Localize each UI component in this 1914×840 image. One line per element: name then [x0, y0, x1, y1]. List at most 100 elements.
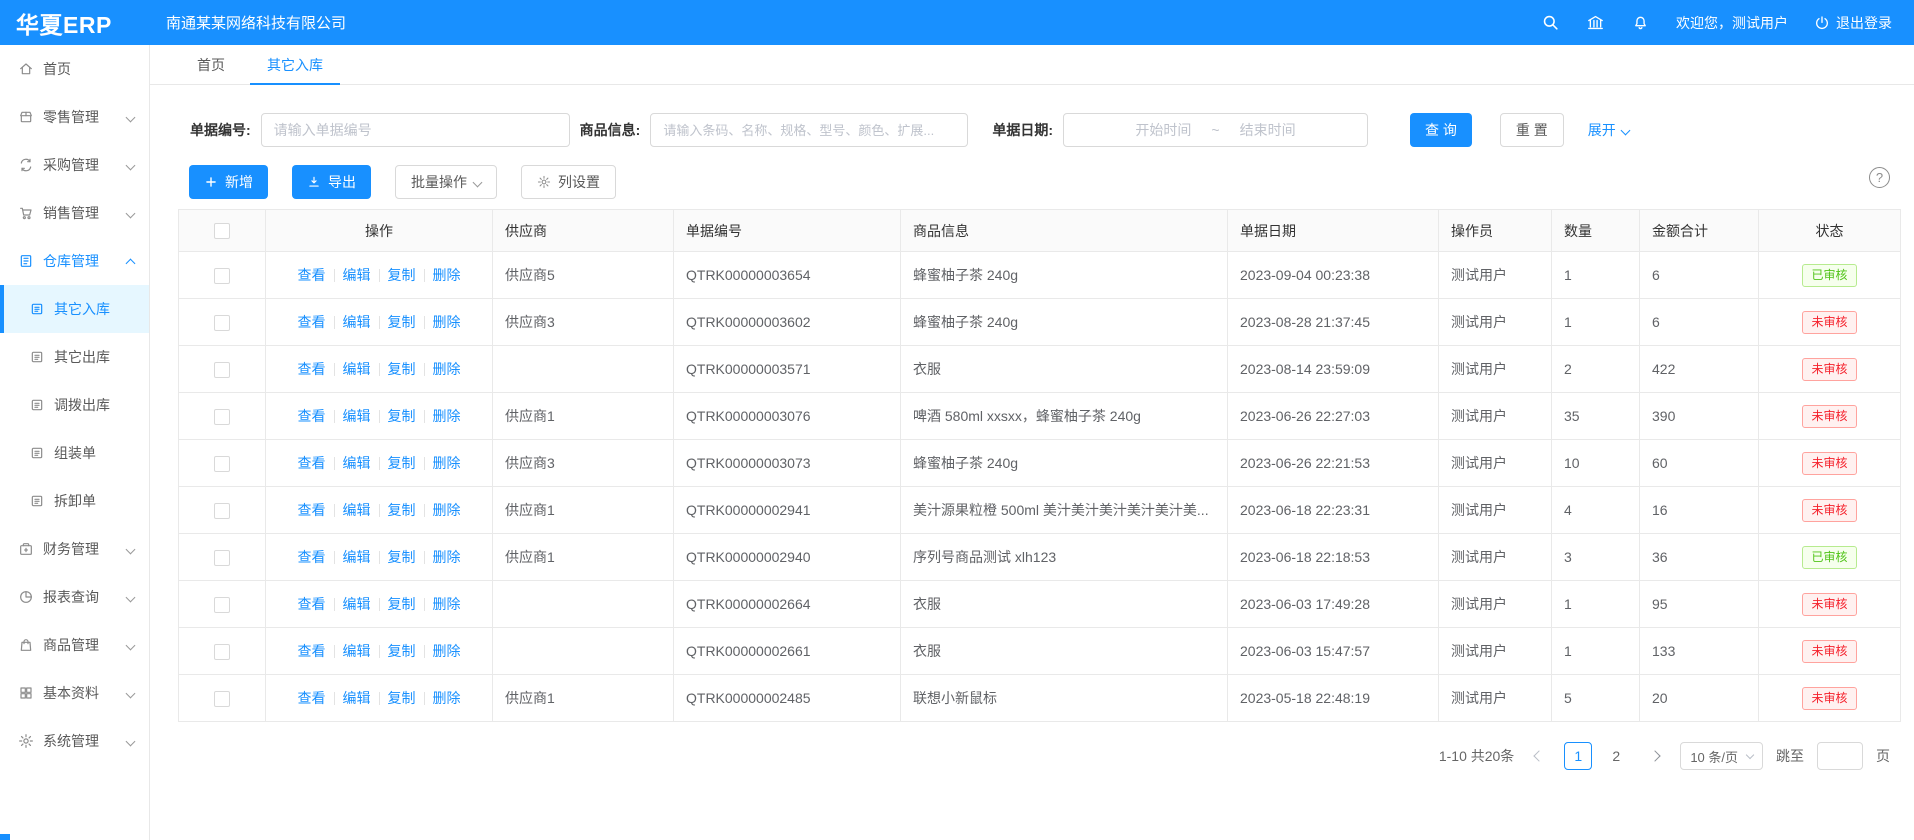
- row-checkbox[interactable]: [214, 644, 230, 660]
- tab-home[interactable]: 首页: [180, 45, 242, 84]
- action-delete-link[interactable]: 删除: [433, 265, 461, 285]
- export-button[interactable]: 导出: [292, 165, 371, 199]
- column-settings-button[interactable]: 列设置: [521, 165, 616, 199]
- sidebar-item-retail[interactable]: 零售管理: [0, 93, 149, 141]
- cell-bill_no: QTRK00000002485: [674, 675, 901, 722]
- sidebar-item-transfer-out[interactable]: 调拨出库: [0, 381, 149, 429]
- next-page-button[interactable]: [1643, 742, 1667, 770]
- action-delete-link[interactable]: 删除: [433, 406, 461, 426]
- sidebar-item-other-in[interactable]: 其它入库: [0, 285, 149, 333]
- sidebar-item-label: 商品管理: [43, 635, 99, 655]
- action-copy-link[interactable]: 复制: [388, 688, 416, 708]
- chevron-down-icon: [1746, 751, 1754, 759]
- goods-info-input[interactable]: [650, 113, 968, 147]
- action-copy-link[interactable]: 复制: [388, 359, 416, 379]
- finance-icon: [18, 541, 34, 557]
- sidebar-item-goods[interactable]: 商品管理: [0, 621, 149, 669]
- action-edit-link[interactable]: 编辑: [343, 500, 371, 520]
- action-delete-link[interactable]: 删除: [433, 500, 461, 520]
- sidebar-item-basic[interactable]: 基本资料: [0, 669, 149, 717]
- help-icon[interactable]: ?: [1869, 167, 1890, 188]
- action-edit-link[interactable]: 编辑: [343, 312, 371, 332]
- action-edit-link[interactable]: 编辑: [343, 594, 371, 614]
- action-copy-link[interactable]: 复制: [388, 312, 416, 332]
- action-view-link[interactable]: 查看: [298, 265, 326, 285]
- cell-operator: 测试用户: [1439, 440, 1552, 487]
- action-edit-link[interactable]: 编辑: [343, 641, 371, 661]
- reset-button[interactable]: 重 置: [1500, 113, 1564, 147]
- action-copy-link[interactable]: 复制: [388, 547, 416, 567]
- sidebar-item-assembly[interactable]: 组装单: [0, 429, 149, 477]
- tab-other-inbound[interactable]: 其它入库: [250, 45, 340, 84]
- action-delete-link[interactable]: 删除: [433, 312, 461, 332]
- row-checkbox[interactable]: [214, 315, 230, 331]
- action-copy-link[interactable]: 复制: [388, 500, 416, 520]
- sidebar-item-report[interactable]: 报表查询: [0, 573, 149, 621]
- sidebar-item-finance[interactable]: 财务管理: [0, 525, 149, 573]
- action-delete-link[interactable]: 删除: [433, 641, 461, 661]
- action-copy-link[interactable]: 复制: [388, 406, 416, 426]
- action-delete-link[interactable]: 删除: [433, 359, 461, 379]
- page-number-2[interactable]: 2: [1602, 742, 1630, 770]
- action-edit-link[interactable]: 编辑: [343, 453, 371, 473]
- search-button[interactable]: 查 询: [1410, 113, 1472, 147]
- action-view-link[interactable]: 查看: [298, 688, 326, 708]
- action-delete-link[interactable]: 删除: [433, 594, 461, 614]
- bank-icon[interactable]: [1586, 13, 1605, 32]
- search-icon[interactable]: [1541, 13, 1560, 32]
- jump-page-input[interactable]: [1817, 742, 1863, 770]
- expand-link[interactable]: 展开: [1588, 120, 1629, 140]
- prev-page-button[interactable]: [1527, 742, 1551, 770]
- row-checkbox[interactable]: [214, 456, 230, 472]
- action-edit-link[interactable]: 编辑: [343, 688, 371, 708]
- row-checkbox[interactable]: [214, 597, 230, 613]
- row-checkbox[interactable]: [214, 503, 230, 519]
- notification-bell-icon[interactable]: [1631, 13, 1650, 32]
- action-view-link[interactable]: 查看: [298, 406, 326, 426]
- add-button[interactable]: 新增: [189, 165, 268, 199]
- action-copy-link[interactable]: 复制: [388, 641, 416, 661]
- action-edit-link[interactable]: 编辑: [343, 359, 371, 379]
- action-edit-link[interactable]: 编辑: [343, 406, 371, 426]
- bill-no-input[interactable]: [261, 113, 570, 147]
- content-panel: 单据编号: 商品信息: 单据日期: 开始时间 ~ 结束时间 查 询 重 置 展开: [150, 85, 1914, 840]
- sidebar: 首页零售管理采购管理销售管理仓库管理其它入库其它出库调拨出库组装单拆卸单财务管理…: [0, 45, 150, 840]
- action-edit-link[interactable]: 编辑: [343, 547, 371, 567]
- table-row: 查看编辑复制删除供应商1QTRK00000002941美汁源果粒橙 500ml …: [179, 487, 1901, 534]
- cell-supplier: [493, 346, 674, 393]
- sidebar-item-other-out[interactable]: 其它出库: [0, 333, 149, 381]
- action-edit-link[interactable]: 编辑: [343, 265, 371, 285]
- action-view-link[interactable]: 查看: [298, 500, 326, 520]
- page-size-select[interactable]: 10 条/页: [1680, 742, 1763, 770]
- sidebar-item-warehouse[interactable]: 仓库管理: [0, 237, 149, 285]
- date-range-picker[interactable]: 开始时间 ~ 结束时间: [1063, 113, 1368, 147]
- sidebar-item-system[interactable]: 系统管理: [0, 717, 149, 765]
- status-badge: 已审核: [1802, 546, 1856, 569]
- select-all-checkbox[interactable]: [214, 223, 230, 239]
- action-delete-link[interactable]: 删除: [433, 453, 461, 473]
- row-checkbox[interactable]: [214, 691, 230, 707]
- sidebar-item-sales[interactable]: 销售管理: [0, 189, 149, 237]
- sidebar-item-disassembly[interactable]: 拆卸单: [0, 477, 149, 525]
- logout-button[interactable]: 退出登录: [1814, 13, 1892, 33]
- row-checkbox[interactable]: [214, 409, 230, 425]
- row-checkbox[interactable]: [214, 268, 230, 284]
- sidebar-item-purchase[interactable]: 采购管理: [0, 141, 149, 189]
- action-view-link[interactable]: 查看: [298, 547, 326, 567]
- batch-actions-button[interactable]: 批量操作: [395, 165, 497, 199]
- action-view-link[interactable]: 查看: [298, 453, 326, 473]
- action-view-link[interactable]: 查看: [298, 594, 326, 614]
- sidebar-item-home[interactable]: 首页: [0, 45, 149, 93]
- cell-amount: 390: [1640, 393, 1759, 440]
- action-copy-link[interactable]: 复制: [388, 453, 416, 473]
- action-delete-link[interactable]: 删除: [433, 547, 461, 567]
- action-delete-link[interactable]: 删除: [433, 688, 461, 708]
- action-copy-link[interactable]: 复制: [388, 265, 416, 285]
- action-view-link[interactable]: 查看: [298, 641, 326, 661]
- action-copy-link[interactable]: 复制: [388, 594, 416, 614]
- action-view-link[interactable]: 查看: [298, 359, 326, 379]
- row-checkbox[interactable]: [214, 362, 230, 378]
- row-checkbox[interactable]: [214, 550, 230, 566]
- action-view-link[interactable]: 查看: [298, 312, 326, 332]
- page-number-1[interactable]: 1: [1564, 742, 1592, 770]
